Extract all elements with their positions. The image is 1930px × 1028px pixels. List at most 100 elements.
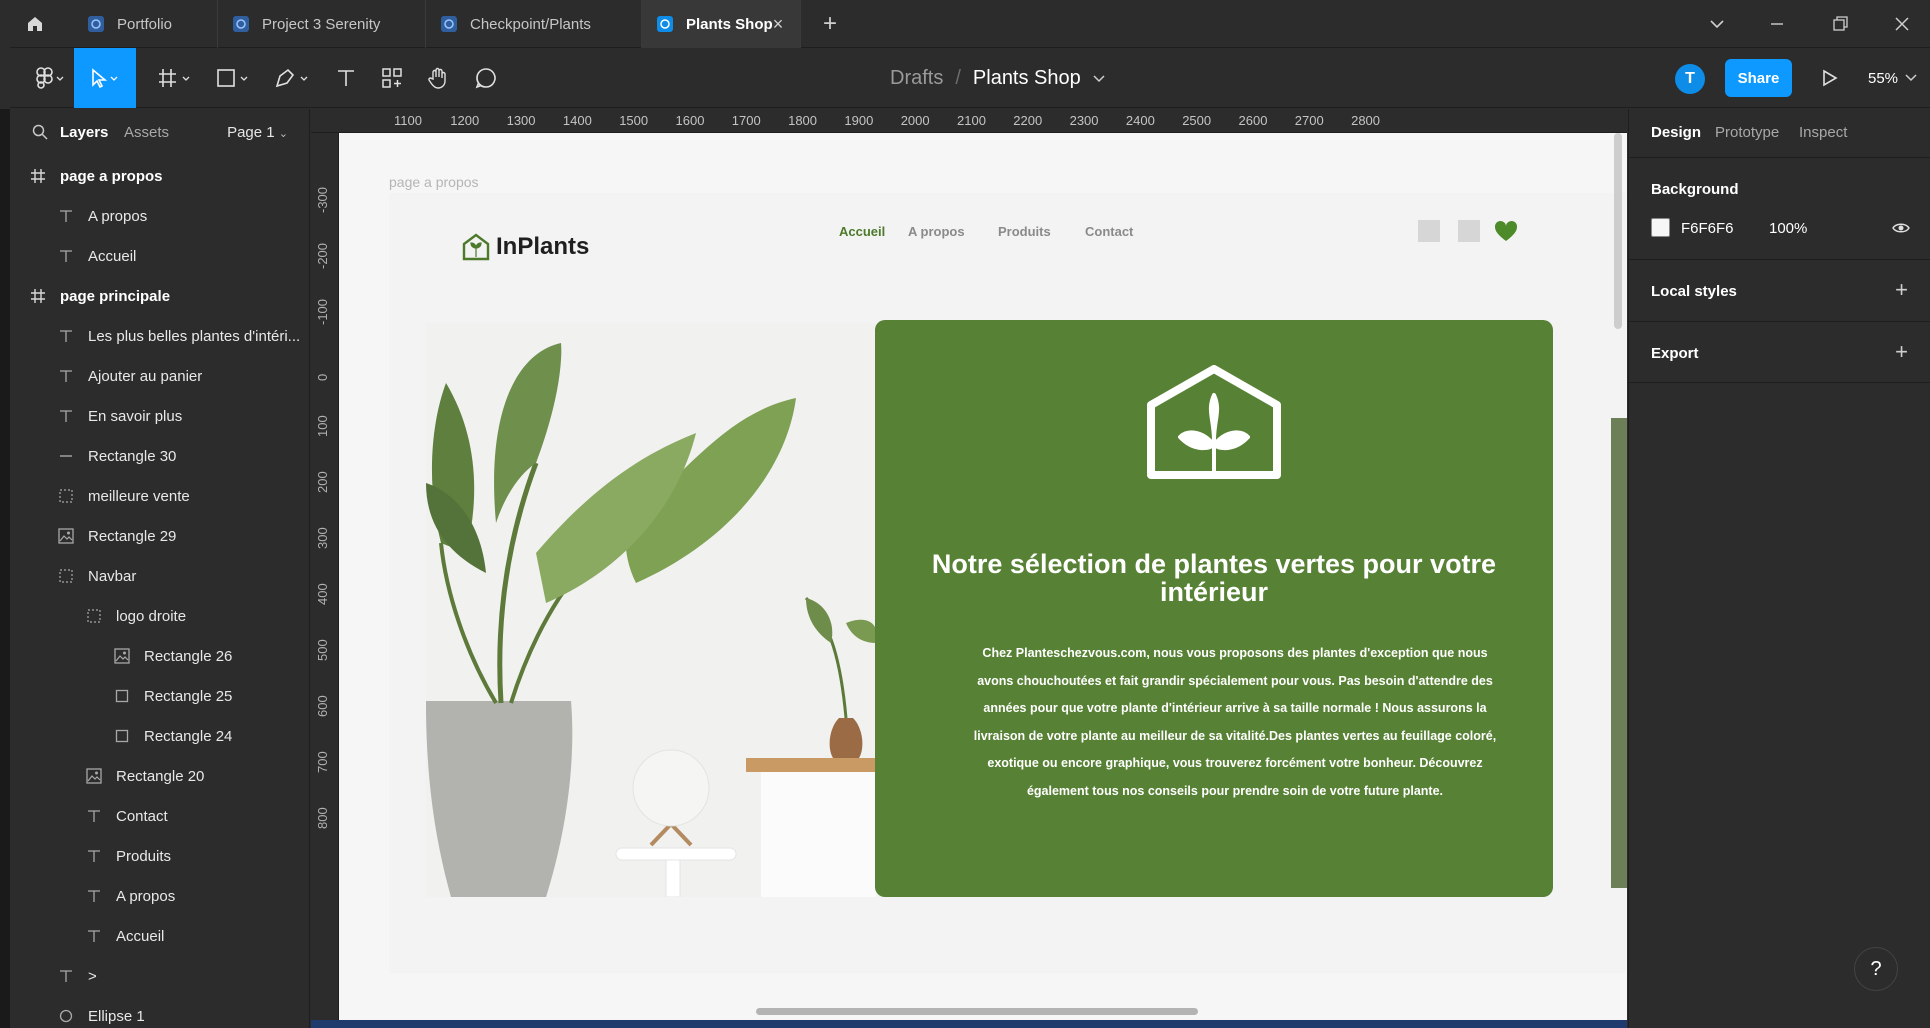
layer-row[interactable]: En savoir plus [10,396,309,436]
horizontal-scrollbar[interactable] [756,1008,1198,1015]
tab-checkpoint-plants[interactable]: Checkpoint/Plants [426,0,642,48]
layer-row[interactable]: Rectangle 26 [10,636,309,676]
frame-label[interactable]: page a propos [389,174,479,190]
ruler-tick-label: 1500 [619,113,649,128]
tab-portfolio[interactable]: Portfolio [73,0,218,48]
image-icon [112,646,132,666]
comment-tool-button[interactable] [466,48,506,108]
layer-label: Rectangle 26 [144,647,233,665]
add-export-plus-icon[interactable]: + [1895,339,1908,365]
layer-row[interactable]: Rectangle 29 [10,516,309,556]
layer-row[interactable]: > [10,956,309,996]
nav-produits[interactable]: Produits [998,224,1051,239]
shape-tool-button[interactable] [208,48,258,108]
background-hex-input[interactable]: F6F6F6 [1681,220,1734,237]
layer-row[interactable]: Contact [10,796,309,836]
tab-assets[interactable]: Assets [124,124,169,141]
tabs-dropdown-icon[interactable] [1702,10,1732,38]
layer-row[interactable]: logo droite [10,596,309,636]
hero-plant-image[interactable] [426,323,876,897]
vertical-scrollbar[interactable] [1614,133,1622,329]
restore-icon[interactable] [1825,10,1855,38]
minimize-icon[interactable] [1762,10,1792,38]
frame-icon [159,69,190,87]
layer-label: meilleure vente [88,487,190,505]
frame-icon [28,166,48,186]
nav-accueil[interactable]: Accueil [839,224,885,239]
group-icon [84,606,104,626]
nav-placeholder-box[interactable] [1418,220,1440,242]
ruler-tick-label: 1600 [675,113,705,128]
layer-row[interactable]: Rectangle 24 [10,716,309,756]
zoom-control[interactable]: 55% [1868,48,1918,108]
layer-row[interactable]: Rectangle 25 [10,676,309,716]
layer-row[interactable]: Accueil [10,916,309,956]
layer-row[interactable]: A propos [10,196,309,236]
tab-layers[interactable]: Layers [60,124,108,141]
left-edge-strip [0,109,10,1028]
tab-plants-shop[interactable]: Plants Shop × [642,0,801,48]
next-frame-preview[interactable] [1611,418,1627,888]
layer-label: Ajouter au panier [88,367,203,385]
layer-row[interactable]: Ajouter au panier [10,356,309,396]
chevron-down-icon[interactable] [1093,71,1105,86]
layer-row[interactable]: Ellipse 1 [10,996,309,1028]
page-name: Page 1 [227,124,275,141]
tab-inspect[interactable]: Inspect [1799,124,1847,141]
nav-contact[interactable]: Contact [1085,224,1133,239]
layer-row[interactable]: meilleure vente [10,476,309,516]
search-icon[interactable] [32,124,48,140]
tab-label: Checkpoint/Plants [470,15,591,33]
heart-icon[interactable] [1494,220,1518,242]
hand-tool-button[interactable] [418,48,460,108]
close-window-icon[interactable] [1887,10,1917,38]
tab-design[interactable]: Design [1651,124,1701,141]
main-menu-button[interactable] [24,48,78,108]
layer-row[interactable]: Navbar [10,556,309,596]
help-button[interactable]: ? [1854,947,1898,991]
add-style-plus-icon[interactable]: + [1895,277,1908,303]
resources-tool-button[interactable] [372,48,412,108]
present-button[interactable] [1810,48,1850,108]
close-tab-icon[interactable]: × [768,14,788,34]
tab-prototype[interactable]: Prototype [1715,124,1779,141]
nav-a-propos[interactable]: A propos [908,224,965,239]
new-tab-button[interactable]: + [815,10,845,38]
background-swatch[interactable] [1651,218,1670,237]
page-selector[interactable]: Page 1 ⌄ [227,124,288,141]
home-icon [28,17,42,31]
home-button[interactable] [10,0,60,48]
brand-name: InPlants [496,233,590,260]
layer-row[interactable]: Produits [10,836,309,876]
frame-tool-button[interactable] [150,48,200,108]
left-panel-tabs: Layers Assets Page 1 ⌄ [10,109,309,157]
layer-row[interactable]: Accueil [10,236,309,276]
nav-placeholder-box[interactable] [1458,220,1480,242]
layers-panel: Layers Assets Page 1 ⌄ page a propos A pr… [10,109,310,1028]
image-icon [84,766,104,786]
layer-label: > [88,967,97,985]
layer-row[interactable]: page a propos [10,156,309,196]
eye-icon[interactable] [1892,221,1910,235]
layer-row[interactable]: Les plus belles plantes d'intéri... [10,316,309,356]
ruler-tick-label: 1400 [562,113,592,128]
breadcrumb-drafts[interactable]: Drafts [890,67,943,90]
layer-row[interactable]: Rectangle 20 [10,756,309,796]
pen-tool-button[interactable] [266,48,318,108]
text-tool-button[interactable] [326,48,366,108]
file-name[interactable]: Plants Shop [973,67,1081,90]
tab-project-3-serenity[interactable]: Project 3 Serenity [218,0,426,48]
layer-row[interactable]: Rectangle 30 [10,436,309,476]
avatar[interactable]: T [1675,64,1705,94]
tab-label: Project 3 Serenity [262,15,381,33]
background-opacity-input[interactable]: 100% [1769,220,1807,237]
share-button[interactable]: Share [1725,59,1792,97]
ruler-tick-label: -200 [315,242,330,269]
page-a-propos-frame[interactable]: InPlants Accueil A propos Produits Conta… [389,193,1626,973]
move-tool-button[interactable] [74,48,136,108]
layer-row[interactable]: A propos [10,876,309,916]
ruler-left: -300 -200 -100 0 100 200 300 400 500 600 700 800 [311,133,339,1020]
canvas[interactable]: page a propos InPlants Accueil A propos … [339,133,1627,1020]
layer-row[interactable]: page principale [10,276,309,316]
site-logo: InPlants [462,233,589,261]
